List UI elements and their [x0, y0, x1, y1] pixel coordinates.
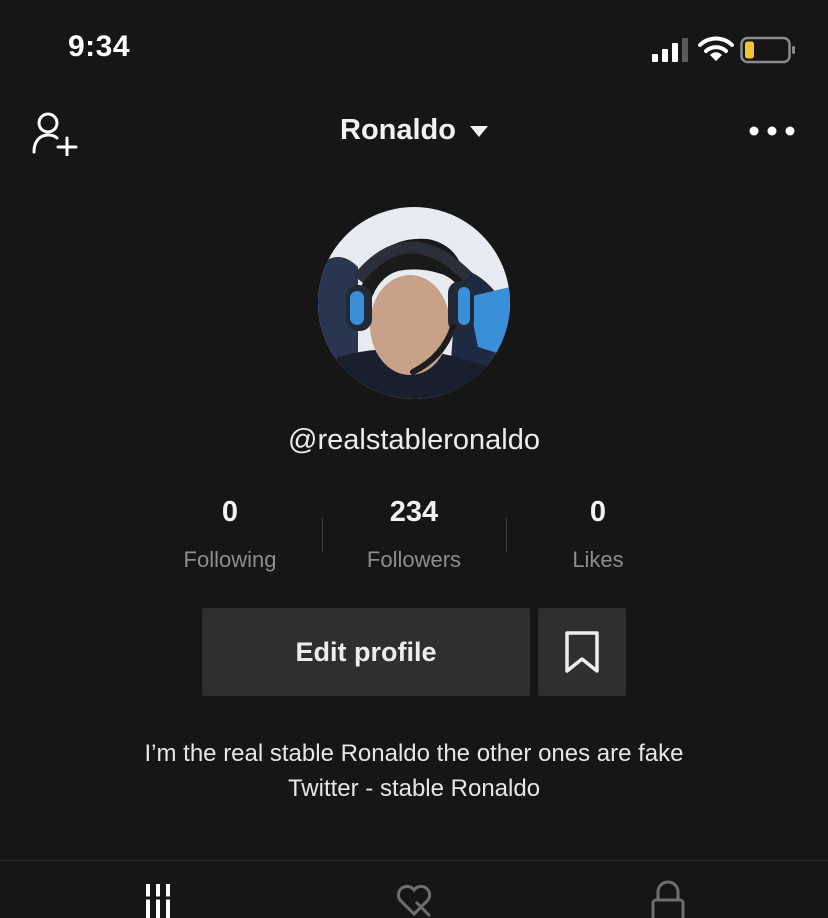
avatar-photo [318, 207, 510, 399]
stat-likes[interactable]: 0 Likes [506, 496, 690, 573]
bio-line: I’m the real stable Ronaldo the other on… [144, 740, 684, 767]
tabs-divider [0, 860, 828, 861]
more-options-icon[interactable] [746, 114, 800, 148]
account-switcher[interactable]: Ronaldo [0, 114, 828, 147]
videos-grid-icon[interactable] [142, 878, 182, 918]
status-bar: 9:34 [0, 0, 828, 100]
battery-icon [740, 36, 795, 64]
stat-value: 234 [389, 496, 439, 528]
caret-down-icon [470, 126, 488, 138]
profile-bio: I’m the real stable Ronaldo the other on… [0, 736, 828, 806]
account-title: Ronaldo [340, 114, 456, 146]
profile-stats: 0 Following 234 Followers 0 Likes [0, 496, 828, 586]
cellular-signal-icon [652, 38, 688, 62]
stat-label: Following [183, 547, 277, 572]
stat-value: 0 [221, 496, 239, 528]
username-handle: @realstableronaldo [288, 424, 540, 456]
bio-line: Twitter - stable Ronaldo [287, 775, 541, 802]
wifi-icon [698, 36, 734, 61]
private-lock-icon[interactable] [648, 878, 688, 918]
profile-header: Ronaldo [0, 100, 828, 164]
avatar[interactable] [318, 207, 510, 399]
stat-followers[interactable]: 234 Followers [322, 496, 506, 573]
stat-label: Followers [366, 547, 462, 572]
stat-value: 0 [589, 496, 607, 528]
status-time: 9:34 [68, 30, 131, 63]
stat-label: Likes [572, 547, 624, 572]
bookmark-icon [565, 631, 599, 673]
bookmarks-button[interactable] [538, 608, 626, 696]
stat-following[interactable]: 0 Following [138, 496, 322, 573]
liked-hidden-icon[interactable] [394, 878, 434, 918]
edit-profile-button[interactable]: Edit profile [202, 608, 530, 696]
